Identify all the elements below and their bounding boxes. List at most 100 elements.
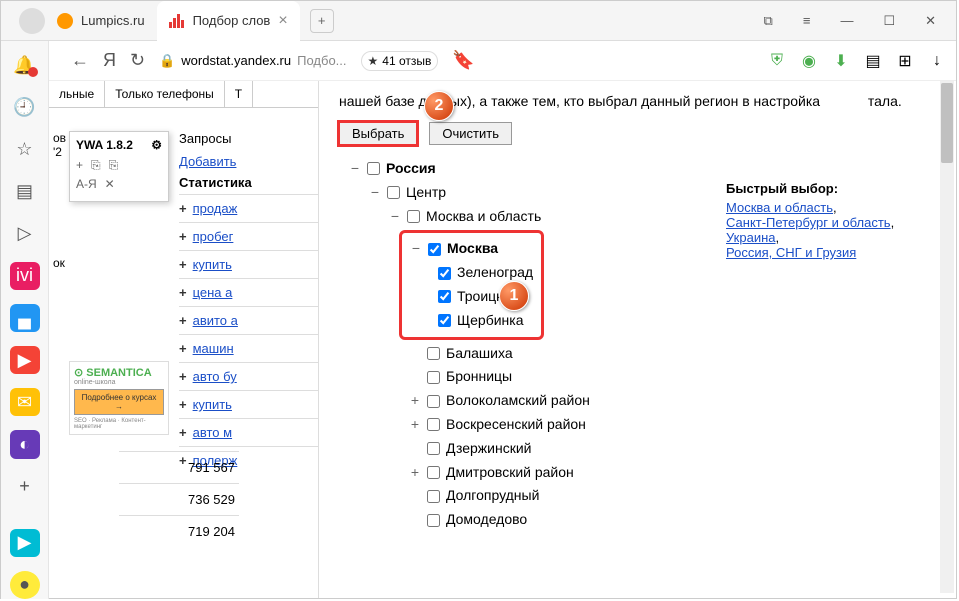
ywa-title: YWA 1.8.2 bbox=[76, 138, 133, 152]
expand-icon[interactable]: + bbox=[179, 229, 187, 244]
checkbox-region[interactable] bbox=[427, 371, 440, 384]
checkbox-region[interactable] bbox=[427, 418, 440, 431]
mail-icon[interactable]: ✉ bbox=[10, 388, 40, 416]
query-link[interactable]: авто бу bbox=[193, 369, 237, 384]
reader-icon[interactable]: ▤ bbox=[864, 52, 882, 70]
quick-link[interactable]: Москва и область bbox=[726, 200, 833, 215]
close-window-icon[interactable]: ✕ bbox=[925, 13, 936, 29]
checkbox-region[interactable] bbox=[427, 514, 440, 527]
add-link[interactable]: Добавить bbox=[179, 154, 236, 169]
ywa-clear-icon[interactable]: ✕ bbox=[105, 177, 115, 191]
checkbox-region[interactable] bbox=[427, 490, 440, 503]
ywa-copy2-icon[interactable]: ⎘ bbox=[109, 158, 119, 173]
checkbox-city[interactable] bbox=[438, 267, 451, 280]
maximize-icon[interactable]: ☐ bbox=[883, 13, 895, 29]
ext-shield-icon[interactable]: ⛨ bbox=[768, 52, 786, 70]
tab-label: Lumpics.ru bbox=[81, 13, 145, 28]
page-scrollbar[interactable] bbox=[940, 83, 954, 593]
new-tab-button[interactable]: + bbox=[310, 9, 334, 33]
tab-wordstat[interactable]: Подбор слов × bbox=[157, 1, 300, 41]
collections-icon[interactable]: ▤ bbox=[10, 177, 40, 205]
profile-avatar[interactable] bbox=[19, 8, 45, 34]
menu-icon[interactable]: ≡ bbox=[803, 13, 811, 29]
extensions-icon[interactable]: ⊞ bbox=[896, 52, 914, 70]
clock-icon[interactable]: 🕘 bbox=[10, 93, 40, 121]
ivi-icon[interactable]: ivi bbox=[10, 262, 40, 290]
star-icon[interactable]: ☆ bbox=[10, 135, 40, 163]
expand-icon[interactable]: + bbox=[179, 425, 187, 440]
reload-icon[interactable]: ↻ bbox=[130, 50, 145, 71]
ywa-add-icon[interactable]: + bbox=[76, 158, 83, 173]
tab-phones[interactable]: Только телефоны bbox=[105, 81, 225, 107]
youtube-icon[interactable]: ▶ bbox=[10, 346, 40, 374]
app-icon[interactable]: ◐ bbox=[10, 430, 40, 458]
collapse-icon[interactable]: − bbox=[389, 205, 401, 229]
select-button[interactable]: Выбрать bbox=[339, 122, 417, 145]
quick-link[interactable]: Санкт-Петербург и область bbox=[726, 215, 891, 230]
checkbox-city[interactable] bbox=[438, 314, 451, 327]
tab-label: Подбор слов bbox=[193, 13, 271, 28]
left-column: льные Только телефоны Т ов '2 ок YWA 1.8… bbox=[49, 81, 319, 598]
yandex-icon[interactable]: Я bbox=[103, 50, 116, 71]
ext-circle-icon[interactable]: ◉ bbox=[800, 52, 818, 70]
back-icon[interactable]: ← bbox=[71, 50, 89, 71]
alice-icon[interactable]: ● bbox=[10, 571, 40, 599]
add-icon[interactable]: + bbox=[10, 473, 40, 501]
query-link[interactable]: машин bbox=[193, 341, 234, 356]
expand-icon[interactable]: + bbox=[179, 257, 187, 272]
query-link[interactable]: купить bbox=[193, 257, 232, 272]
bookmark-icon[interactable]: 🔖 bbox=[452, 50, 474, 71]
tab-lumpics[interactable]: Lumpics.ru bbox=[45, 1, 157, 41]
ywa-copy-icon[interactable]: ⎘ bbox=[91, 158, 101, 173]
gear-icon[interactable]: ⚙ bbox=[151, 138, 162, 152]
expand-icon[interactable]: + bbox=[179, 341, 187, 356]
expand-icon[interactable]: + bbox=[179, 313, 187, 328]
url-field[interactable]: 🔒 wordstat.yandex.ru Подбо... bbox=[159, 53, 346, 69]
close-icon[interactable]: × bbox=[278, 12, 287, 30]
expand-icon[interactable]: + bbox=[409, 389, 421, 413]
checkbox-region[interactable] bbox=[427, 347, 440, 360]
reviews-badge[interactable]: ★ 41 отзыв bbox=[361, 51, 439, 71]
expand-icon[interactable]: + bbox=[179, 397, 187, 412]
text-fragment: ов bbox=[53, 131, 66, 145]
query-link[interactable]: авито а bbox=[193, 313, 238, 328]
minimize-icon[interactable]: — bbox=[840, 13, 853, 29]
expand-icon[interactable]: + bbox=[409, 413, 421, 437]
docs-icon[interactable]: ▄ bbox=[10, 304, 40, 332]
query-link[interactable]: цена а bbox=[193, 285, 233, 300]
tab-desktop[interactable]: льные bbox=[49, 81, 105, 107]
query-link[interactable]: купить bbox=[193, 397, 232, 412]
query-link[interactable]: авто м bbox=[193, 425, 232, 440]
quick-link[interactable]: Украина bbox=[726, 230, 776, 245]
ywa-panel[interactable]: YWA 1.8.2 ⚙ + ⎘ ⎘ A-Я ✕ bbox=[69, 131, 169, 202]
collapse-icon[interactable]: − bbox=[369, 181, 381, 205]
checkbox-moscow-region[interactable] bbox=[407, 210, 420, 223]
teal-icon[interactable]: ▶ bbox=[10, 529, 40, 557]
checkbox-moscow[interactable] bbox=[428, 243, 441, 256]
quick-link[interactable]: Россия, СНГ и Грузия bbox=[726, 245, 856, 260]
checkbox-region[interactable] bbox=[427, 395, 440, 408]
expand-icon[interactable]: + bbox=[179, 201, 187, 216]
checkbox-russia[interactable] bbox=[367, 162, 380, 175]
query-link[interactable]: пробег bbox=[193, 229, 234, 244]
expand-icon[interactable]: + bbox=[179, 285, 187, 300]
download-icon[interactable]: ⬇ bbox=[832, 52, 850, 70]
checkbox-center[interactable] bbox=[387, 186, 400, 199]
semantica-ad[interactable]: ⊙ SEMANTICA online-школа Подробнее о кур… bbox=[69, 361, 169, 435]
checkbox-region[interactable] bbox=[427, 466, 440, 479]
semantica-cta[interactable]: Подробнее о курсах → bbox=[74, 389, 164, 415]
expand-icon[interactable]: + bbox=[179, 369, 187, 384]
tab-t[interactable]: Т bbox=[225, 81, 253, 107]
downloads-icon[interactable]: ↓ bbox=[928, 52, 946, 70]
play-icon[interactable]: ▷ bbox=[10, 220, 40, 248]
checkbox-city[interactable] bbox=[438, 290, 451, 303]
collapse-icon[interactable]: − bbox=[410, 237, 422, 261]
query-link[interactable]: продаж bbox=[193, 201, 238, 216]
ywa-sort-icon[interactable]: A-Я bbox=[76, 177, 97, 191]
checkbox-region[interactable] bbox=[427, 442, 440, 455]
bell-icon[interactable]: 🔔 bbox=[10, 51, 40, 79]
expand-icon[interactable]: + bbox=[409, 461, 421, 485]
tabview-icon[interactable]: ⧉ bbox=[764, 13, 773, 29]
collapse-icon[interactable]: − bbox=[349, 157, 361, 181]
clear-button[interactable]: Очистить bbox=[429, 122, 512, 145]
